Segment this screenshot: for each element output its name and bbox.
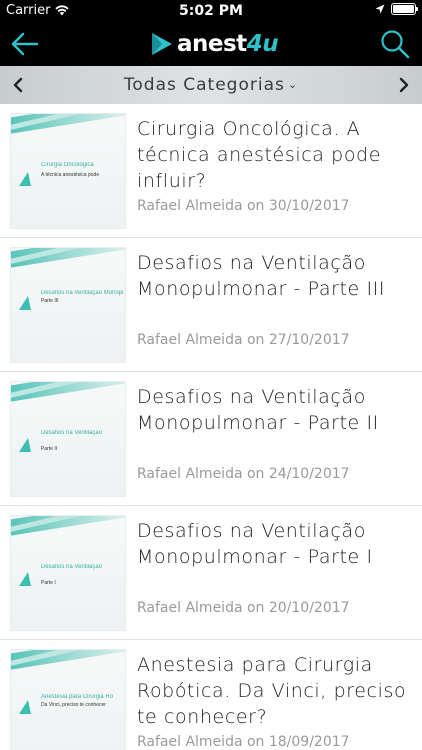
- thumbnail-triangle-icon: [19, 172, 31, 186]
- thumbnail-subtitle: A técnica anestésica pode: [41, 172, 100, 178]
- post-thumbnail: Cirurgia Oncológica A técnica anestésica…: [10, 113, 126, 229]
- post-title: Cirurgia Oncológica. A técnica anestésic…: [137, 118, 381, 192]
- search-icon[interactable]: [380, 29, 410, 59]
- list-item[interactable]: Desafios na Ventilação Parte I Desafios …: [0, 506, 422, 640]
- logo-main: anest: [177, 31, 247, 57]
- list-item[interactable]: Cirurgia Oncológica A técnica anestésica…: [0, 104, 422, 238]
- thumbnail-subtitle: Da Vinci, preciso te conhecer: [41, 702, 106, 708]
- thumbnail-triangle-icon: [19, 438, 31, 452]
- location-arrow-icon: [375, 4, 385, 14]
- category-selector[interactable]: Todas Categorias ⌄: [0, 75, 422, 95]
- post-thumbnail: Desafios na Ventilação Monopulmonar Part…: [10, 247, 126, 363]
- post-thumbnail: Desafios na Ventilação Parte I: [10, 515, 126, 631]
- category-bar: Todas Categorias ⌄: [0, 66, 422, 104]
- logo-play-icon: [152, 33, 172, 55]
- status-right: [375, 3, 418, 15]
- thumbnail-subtitle: Parte III: [41, 298, 59, 304]
- post-title: Desafios na Ventilação Monopulmonar - Pa…: [137, 520, 373, 568]
- logo-wordmark: anest4u: [177, 31, 279, 57]
- list-item[interactable]: Desafios na Ventilação Parte II Desafios…: [0, 372, 422, 506]
- list-item[interactable]: Anestesia para Cirurgia Ro Da Vinci, pre…: [0, 640, 422, 750]
- app-logo: anest4u: [150, 27, 279, 61]
- chevron-down-icon: ⌄: [287, 78, 299, 91]
- post-title: Desafios na Ventilação Monopulmonar - Pa…: [137, 386, 379, 434]
- thumbnail-triangle-icon: [19, 572, 31, 586]
- post-meta: Rafael Almeida on 24/10/2017: [137, 466, 350, 482]
- thumbnail-title: Anestesia para Cirurgia Ro: [41, 694, 114, 700]
- thumbnail-subtitle: Parte I: [41, 580, 56, 586]
- post-list: Cirurgia Oncológica A técnica anestésica…: [0, 104, 422, 750]
- chevron-right-icon[interactable]: [394, 75, 414, 95]
- thumbnail-triangle-icon: [19, 700, 31, 714]
- post-meta: Rafael Almeida on 18/09/2017: [137, 734, 350, 750]
- post-title: Desafios na Ventilação Monopulmonar - Pa…: [137, 252, 386, 300]
- post-thumbnail: Desafios na Ventilação Parte II: [10, 381, 126, 497]
- status-bar: Carrier 5:02 PM: [0, 0, 422, 22]
- thumbnail-subtitle: Parte II: [41, 446, 58, 452]
- list-item[interactable]: Desafios na Ventilação Monopulmonar Part…: [0, 238, 422, 372]
- arrow-left-icon[interactable]: [10, 30, 40, 58]
- thumbnail-title: Cirurgia Oncológica: [41, 162, 94, 168]
- category-title: Todas Categorias: [123, 75, 285, 95]
- logo-accent: 4u: [246, 31, 279, 57]
- thumbnail-triangle-icon: [19, 296, 31, 310]
- thumbnail-title: Desafios na Ventilação: [41, 430, 103, 436]
- post-thumbnail: Anestesia para Cirurgia Ro Da Vinci, pre…: [10, 649, 126, 750]
- thumbnail-title: Desafios na Ventilação: [41, 564, 103, 570]
- post-meta: Rafael Almeida on 30/10/2017: [137, 198, 350, 214]
- post-title: Anestesia para Cirurgia Robótica. Da Vin…: [137, 654, 407, 728]
- post-meta: Rafael Almeida on 20/10/2017: [137, 600, 350, 616]
- battery-icon: [391, 3, 418, 15]
- post-meta: Rafael Almeida on 27/10/2017: [137, 332, 350, 348]
- nav-bar: anest4u: [0, 22, 422, 66]
- thumbnail-title: Desafios na Ventilação Monopulmonar: [41, 290, 123, 296]
- status-time: 5:02 PM: [179, 3, 243, 19]
